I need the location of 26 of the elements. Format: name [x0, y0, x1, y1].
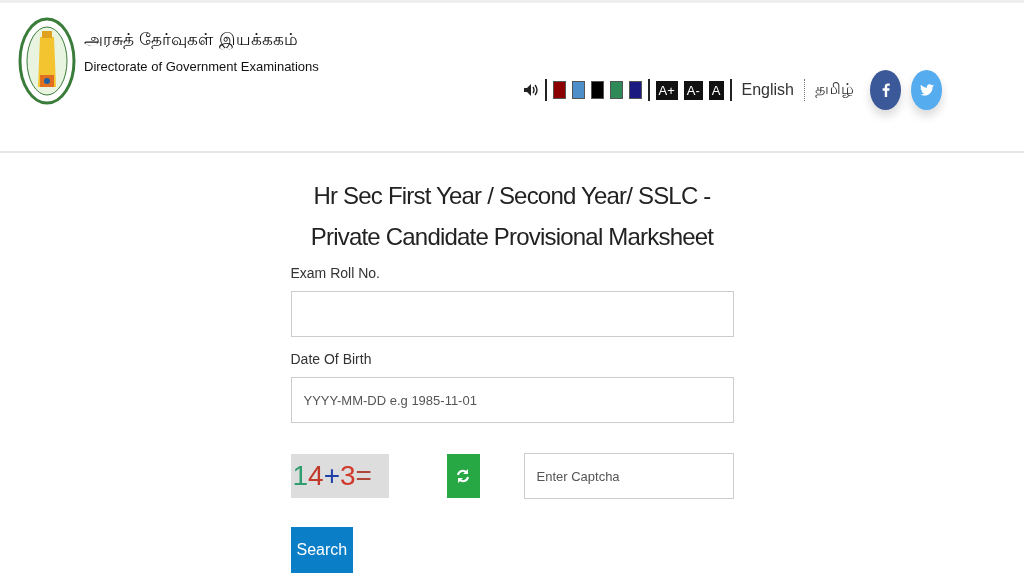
input-field[interactable]: YYYY-MM-DD e.g 1985-11-01 [290, 377, 734, 423]
input-field[interactable] [290, 291, 734, 337]
form-heading: Private Candidate Provisional Marksheet [310, 222, 714, 252]
facebook-button[interactable] [870, 70, 901, 110]
field-label: Date Of Birth [290, 351, 373, 367]
captcha-field[interactable]: Enter Captcha [523, 453, 734, 499]
font-size-button[interactable]: A [708, 80, 724, 100]
theme-color-swatch[interactable] [590, 81, 604, 99]
language-link[interactable]: தமிழ் [815, 80, 854, 100]
captcha-image: 14+3= [290, 454, 389, 498]
font-size-button[interactable]: A+ [655, 80, 678, 100]
search-button[interactable]: Search [290, 527, 353, 573]
theme-color-swatch[interactable] [552, 81, 566, 99]
speaker-icon[interactable] [522, 83, 539, 97]
theme-color-swatch[interactable] [628, 81, 642, 99]
refresh-icon [455, 468, 471, 484]
theme-color-swatch[interactable] [571, 81, 585, 99]
theme-color-swatch[interactable] [609, 81, 623, 99]
form-heading: Hr Sec First Year / Second Year/ SSLC - [313, 181, 711, 211]
refresh-captcha-button[interactable] [446, 454, 480, 498]
department-title: அரசுத் தேர்வுகள் இயக்ககம் [84, 28, 299, 51]
font-size-button[interactable]: A- [683, 80, 703, 100]
twitter-bird-icon [919, 83, 934, 97]
language-link[interactable]: English [741, 81, 794, 99]
department-subtitle: Directorate of Government Examinations [84, 58, 319, 74]
field-label: Exam Roll No. [290, 265, 381, 281]
